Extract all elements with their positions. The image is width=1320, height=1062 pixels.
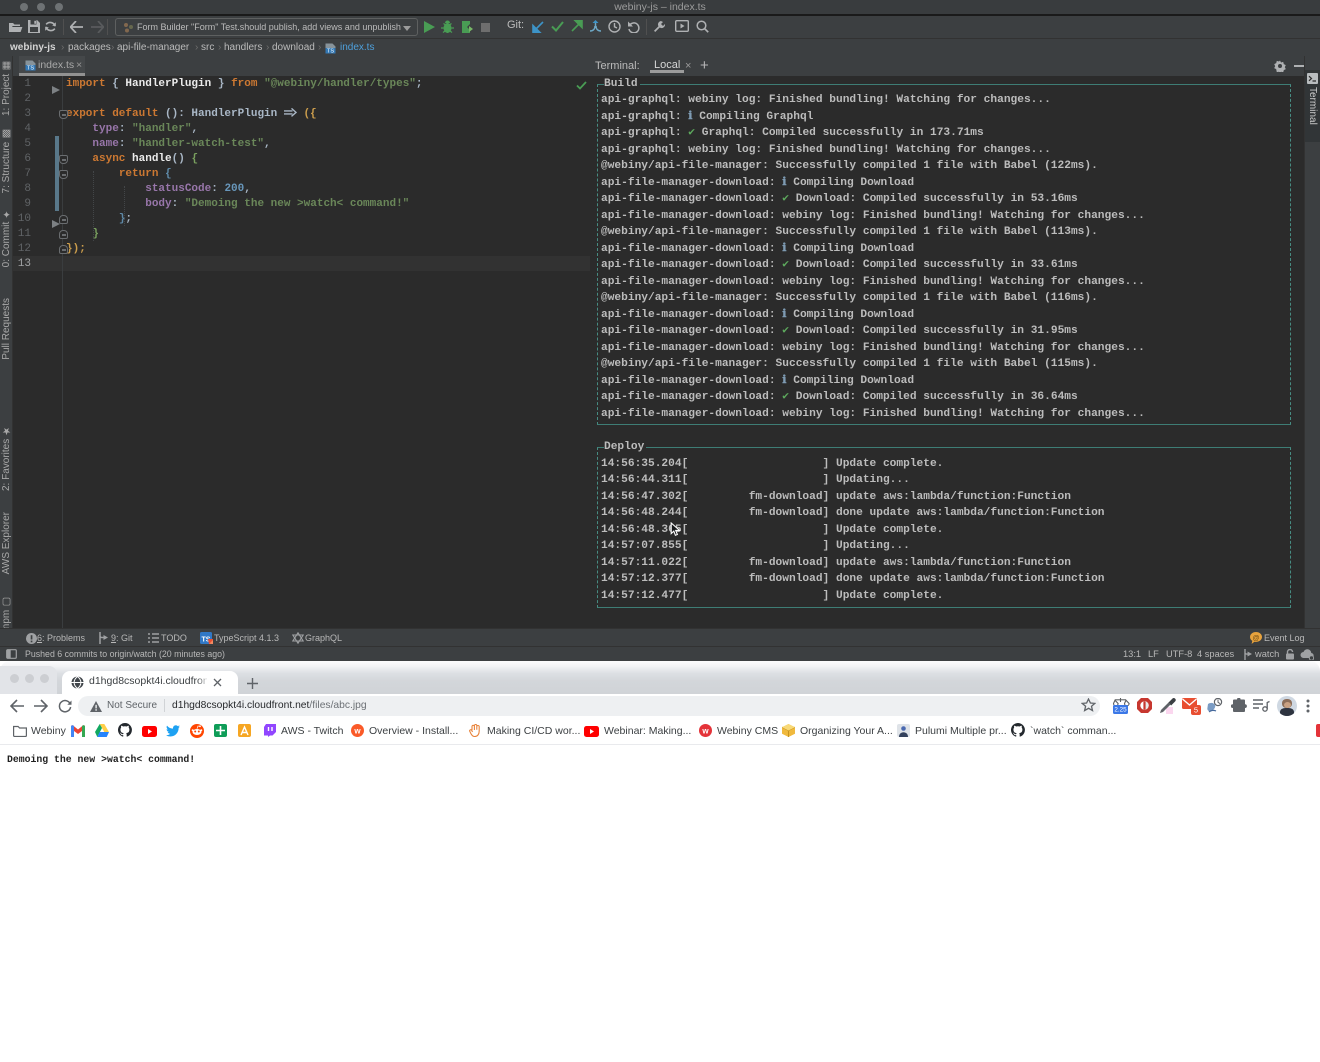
svg-text:TS: TS	[327, 49, 334, 54]
svg-text:2.25: 2.25	[1114, 707, 1127, 714]
svg-text:TS: TS	[27, 66, 34, 71]
svg-text:@: @	[1253, 635, 1260, 642]
svg-text:w: w	[353, 727, 361, 736]
svg-text:5: 5	[1194, 706, 1198, 715]
svg-text:w: w	[701, 727, 709, 736]
